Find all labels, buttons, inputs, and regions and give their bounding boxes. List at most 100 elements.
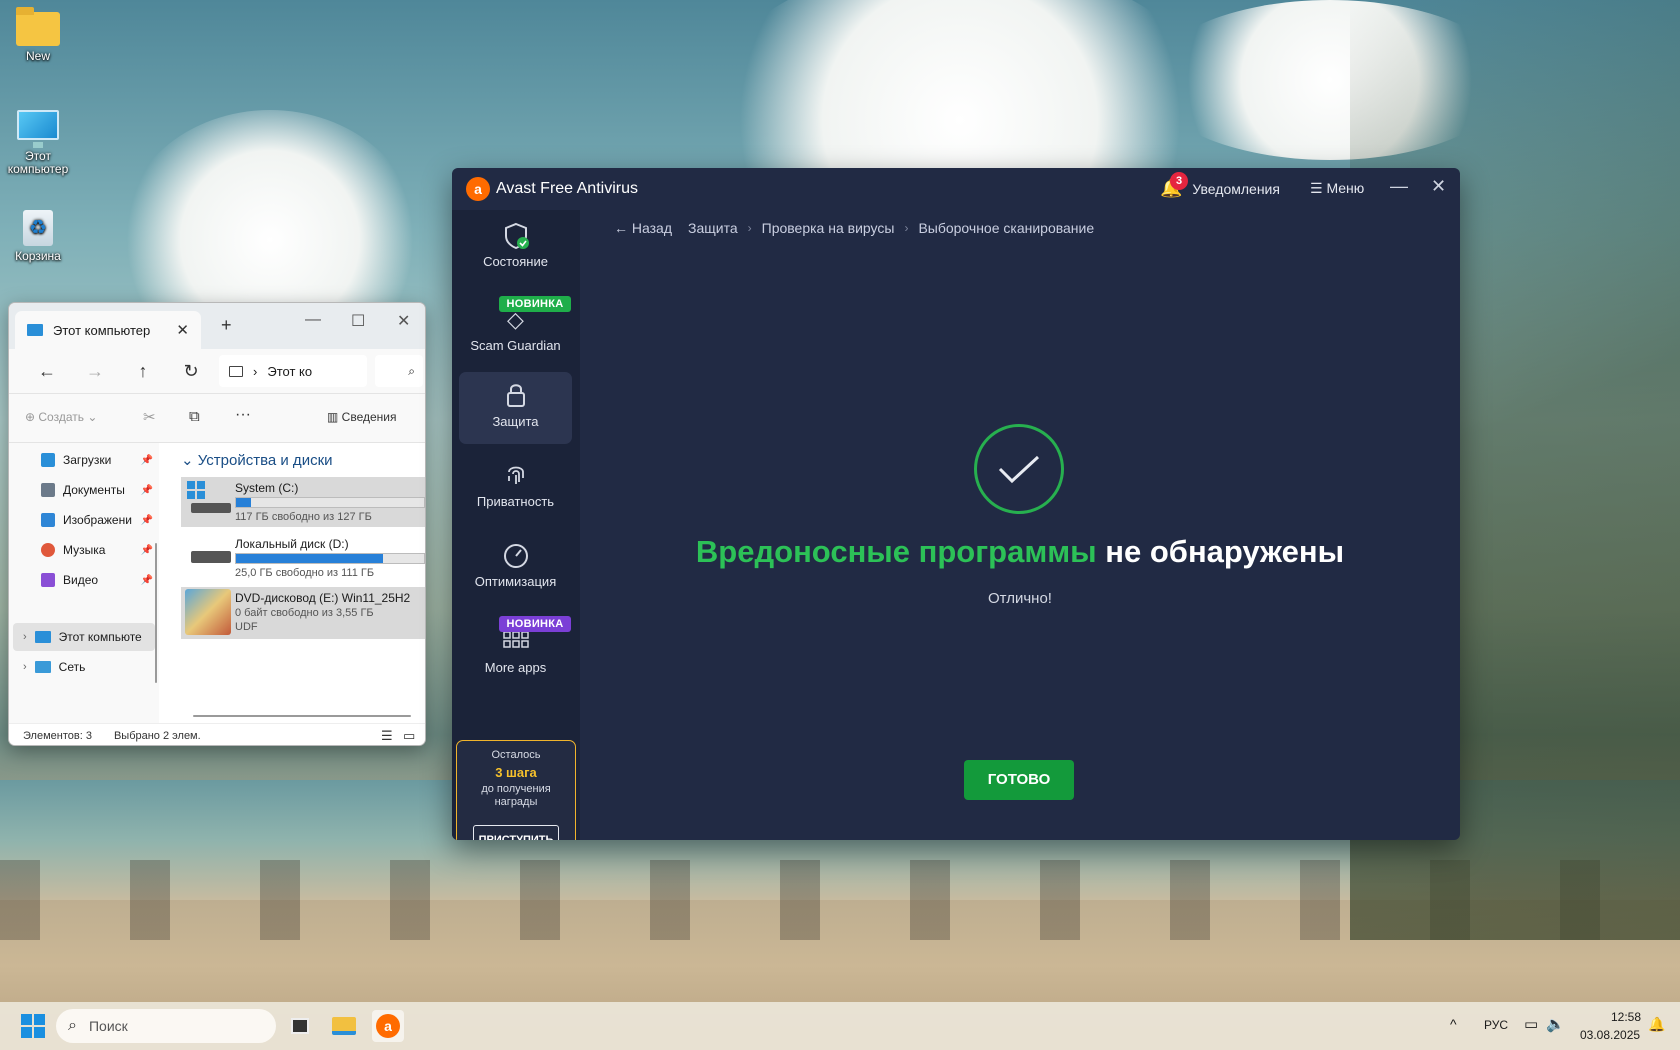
desktop-icon-label: Корзина <box>15 249 61 263</box>
back-label: Назад <box>631 220 673 236</box>
nav-item-protection[interactable]: Защита <box>459 372 572 444</box>
pin-icon: 📌 <box>140 484 153 496</box>
nav-label: Состояние <box>483 254 548 269</box>
command-bar: ⊕ Создать ⌄ ✂ ⧉ ··· ▥ Сведения <box>9 393 425 443</box>
search-input[interactable]: ⌕ <box>375 355 423 387</box>
desktop-icon-new-folder[interactable]: New <box>0 7 76 63</box>
details-label: Сведения <box>341 410 397 424</box>
start-button[interactable] <box>21 1014 45 1038</box>
show-hidden-icons[interactable]: ^ <box>1450 1016 1457 1032</box>
desktop-icon-this-pc[interactable]: Этот компьютер <box>0 110 76 176</box>
taskbar-search[interactable]: ⌕ Поиск <box>56 1009 276 1043</box>
breadcrumb-item-virus-scan[interactable]: Проверка на вирусы <box>762 220 895 236</box>
nav-item-more-apps[interactable]: More apps НОВИНКА <box>459 612 572 684</box>
windows-drive-icon <box>187 481 231 515</box>
back-arrow-icon[interactable]: ← <box>23 361 71 382</box>
back-button[interactable]: ← Назад <box>614 220 672 236</box>
notification-center-icon[interactable]: 🔔 <box>1648 1016 1665 1033</box>
menu-label: Меню <box>1326 180 1365 196</box>
cut-icon[interactable]: ✂ <box>143 408 156 426</box>
close-button[interactable]: ✕ <box>397 311 410 331</box>
nav-item-privacy[interactable]: Приватность <box>459 452 572 524</box>
nav-item-scam-guardian[interactable]: ◇ Scam Guardian НОВИНКА <box>459 292 572 364</box>
new-tab-button[interactable]: + <box>221 315 232 336</box>
nav-label: Scam Guardian <box>470 338 561 353</box>
minimize-button[interactable]: — <box>1390 176 1408 197</box>
explorer-content: ⌄ Устройства и диски System (C:) 117 ГБ … <box>169 443 425 723</box>
notifications-button[interactable]: 🔔 3 Уведомления <box>1160 172 1280 199</box>
avast-titlebar: a Avast Free Antivirus 🔔 3 Уведомления ☰ … <box>452 168 1460 210</box>
taskbar-file-explorer[interactable] <box>328 1010 360 1042</box>
pin-icon: 📌 <box>140 574 153 586</box>
drive-d[interactable]: Локальный диск (D:) 25,0 ГБ свободно из … <box>181 533 425 583</box>
horizontal-scrollbar[interactable] <box>193 715 411 717</box>
selected-count: Выбрано 2 элем. <box>113 729 201 742</box>
sidebar-item-documents[interactable]: Документы 📌 <box>41 483 155 497</box>
nav-label: Приватность <box>476 494 555 509</box>
close-button[interactable]: ✕ <box>1431 176 1446 197</box>
explorer-titlebar: Этот компьютер ✕ + — ☐ ✕ <box>9 303 425 349</box>
drive-name: System (C:) <box>235 481 299 495</box>
reward-line-2: до получения <box>481 783 551 795</box>
list-view-icon[interactable]: ☰ <box>381 728 393 744</box>
done-button[interactable]: ГОТОВО <box>964 760 1074 800</box>
tab-close-icon[interactable]: ✕ <box>176 321 189 339</box>
minimize-button[interactable]: — <box>305 311 321 329</box>
chevron-right-icon[interactable]: › <box>23 631 27 643</box>
taskbar-avast[interactable]: a <box>372 1010 404 1042</box>
avast-logo-icon: a <box>466 177 490 201</box>
explorer-sidebar: Загрузки 📌 Документы 📌 Изображени 📌 Музы… <box>9 443 159 723</box>
pin-icon: 📌 <box>140 544 153 556</box>
menu-button[interactable]: ☰ Меню <box>1310 180 1364 197</box>
clock-time[interactable]: 12:58 <box>1611 1010 1641 1024</box>
clock-date[interactable]: 03.08.2025 <box>1580 1028 1640 1042</box>
refresh-icon[interactable]: ↻ <box>167 361 215 382</box>
address-bar[interactable]: › Этот ко <box>219 355 367 387</box>
create-button[interactable]: ⊕ Создать ⌄ <box>25 410 97 424</box>
avast-sidebar: Состояние ◇ Scam Guardian НОВИНКА Защита… <box>452 210 580 840</box>
sidebar-item-this-pc[interactable]: › Этот компьюте <box>13 623 155 651</box>
new-badge: НОВИНКА <box>499 296 571 312</box>
result-subtitle: Отлично! <box>988 590 1052 607</box>
chevron-right-icon[interactable]: › <box>23 661 27 673</box>
group-header-label: Устройства и диски <box>197 452 333 469</box>
pin-icon: 📌 <box>140 454 153 466</box>
sidebar-item-downloads[interactable]: Загрузки 📌 <box>41 453 155 467</box>
nav-item-optimization[interactable]: Оптимизация <box>459 532 572 604</box>
sidebar-item-music[interactable]: Музыка 📌 <box>41 543 155 557</box>
task-view-button[interactable] <box>284 1010 316 1042</box>
tab-title: Этот компьютер <box>53 322 151 338</box>
forward-arrow-icon[interactable]: → <box>71 361 119 382</box>
network-icon[interactable]: ▭ <box>1524 1015 1538 1033</box>
hamburger-icon: ☰ <box>1310 180 1323 196</box>
video-icon <box>41 573 55 587</box>
language-indicator[interactable]: РУС <box>1484 1018 1508 1032</box>
drive-info: 117 ГБ свободно из 127 ГБ <box>235 511 372 523</box>
sidebar-item-label: Этот компьюте <box>58 630 142 644</box>
sidebar-item-pictures[interactable]: Изображени 📌 <box>41 513 155 527</box>
sidebar-item-videos[interactable]: Видео 📌 <box>41 573 155 587</box>
explorer-tab[interactable]: Этот компьютер ✕ <box>15 311 201 349</box>
breadcrumb-item-protection[interactable]: Защита <box>688 220 738 236</box>
task-view-icon <box>291 1018 309 1034</box>
desktop-icon-recycle-bin[interactable]: ♻ Корзина <box>0 210 76 263</box>
volume-icon[interactable]: 🔈 <box>1546 1015 1565 1033</box>
sidebar-item-network[interactable]: › Сеть <box>13 653 155 681</box>
sidebar-scrollbar[interactable] <box>155 543 157 683</box>
details-button[interactable]: ▥ Сведения <box>327 410 397 424</box>
tiles-view-icon[interactable]: ▭ <box>403 728 415 744</box>
drive-info: 25,0 ГБ свободно из 111 ГБ <box>235 567 375 579</box>
chevron-right-icon: › <box>253 363 258 379</box>
group-header[interactable]: ⌄ Устройства и диски <box>181 451 333 469</box>
start-reward-button[interactable]: ПРИСТУПИТЬ <box>473 825 559 840</box>
more-options-icon[interactable]: ··· <box>235 406 251 424</box>
drive-c[interactable]: System (C:) 117 ГБ свободно из 127 ГБ <box>181 477 425 527</box>
explorer-navbar: ← → ↑ ↻ › Этот ко ⌕ <box>9 349 425 393</box>
search-icon: ⌕ <box>68 1017 77 1034</box>
copy-icon[interactable]: ⧉ <box>189 408 200 425</box>
scan-result-heading: Вредоносные программы не обнаружены <box>580 534 1460 570</box>
maximize-button[interactable]: ☐ <box>351 311 365 331</box>
up-arrow-icon[interactable]: ↑ <box>119 361 167 382</box>
nav-item-status[interactable]: Состояние <box>459 212 572 284</box>
drive-e[interactable]: DVD-дисковод (E:) Win11_25H2 0 байт своб… <box>181 587 425 639</box>
